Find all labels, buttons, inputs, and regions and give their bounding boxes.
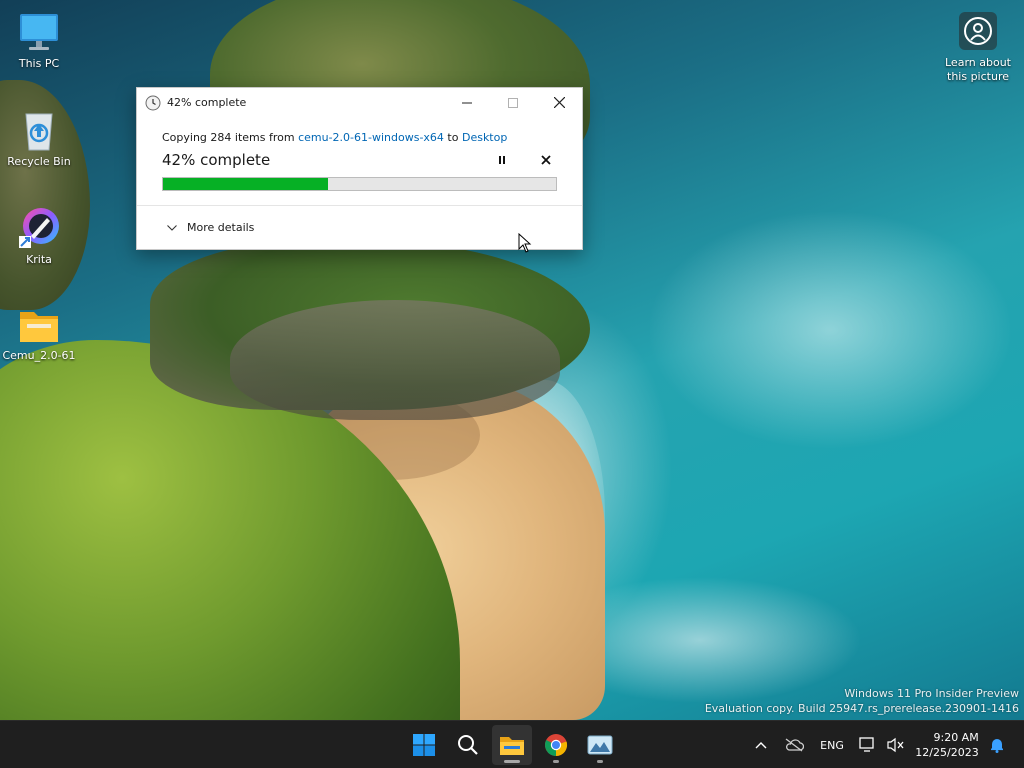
taskbar-chrome[interactable] xyxy=(536,725,576,765)
dialog-titlebar[interactable]: 42% complete xyxy=(137,88,582,117)
onedrive-button[interactable] xyxy=(782,721,806,768)
copy-progress-bar xyxy=(162,177,557,191)
progress-fill xyxy=(163,178,329,190)
pause-icon xyxy=(499,156,505,164)
volume-button[interactable] xyxy=(884,721,908,768)
mouse-cursor-icon xyxy=(518,233,532,253)
network-display-icon xyxy=(859,737,874,752)
percent-complete-label: 42% complete xyxy=(162,151,271,169)
more-details-toggle[interactable]: More details xyxy=(167,221,254,234)
desktop-icon-label: Cemu_2.0-61 xyxy=(2,349,76,362)
chevron-up-icon xyxy=(755,742,767,749)
krita-icon xyxy=(19,208,59,248)
notifications-button[interactable] xyxy=(986,721,1008,768)
more-details-label: More details xyxy=(187,221,255,234)
destination-folder-link[interactable]: Desktop xyxy=(462,131,507,144)
bell-icon xyxy=(991,739,1003,753)
taskbar: ENG 9:20 AM 12/25/2023 xyxy=(0,720,1024,768)
copy-mid: to xyxy=(443,131,462,144)
taskbar-file-explorer[interactable] xyxy=(492,725,532,765)
running-indicator xyxy=(597,760,603,763)
pause-button[interactable] xyxy=(491,149,513,171)
network-status-button[interactable] xyxy=(856,721,880,768)
start-icon xyxy=(413,734,435,756)
active-indicator xyxy=(504,760,520,763)
desktop-icon-cemu-folder[interactable]: Cemu_2.0-61 xyxy=(1,306,77,362)
start-button[interactable] xyxy=(404,725,444,765)
maximize-icon xyxy=(508,97,518,108)
clock-icon xyxy=(145,95,161,110)
learn-about-picture[interactable]: Learn about this picture xyxy=(936,12,1020,84)
search-icon xyxy=(458,735,478,755)
desktop-icon-label: This PC xyxy=(18,57,60,70)
desktop-icon-krita[interactable]: Krita xyxy=(1,206,77,266)
taskbar-photo-viewer[interactable] xyxy=(580,725,620,765)
desktop-icon-label: Recycle Bin xyxy=(7,155,71,168)
watermark-line2: Evaluation copy. Build 25947.rs_prerelea… xyxy=(704,702,1019,715)
language-label: ENG xyxy=(820,738,844,752)
camera-pin-icon xyxy=(959,12,997,50)
source-folder-link[interactable]: cemu-2.0-61-windows-x64 xyxy=(298,131,444,144)
learn-about-picture-label: Learn about this picture xyxy=(945,56,1011,83)
close-icon xyxy=(553,97,565,108)
volume-muted-icon xyxy=(887,737,904,753)
chevron-down-icon xyxy=(167,224,177,231)
input-language-button[interactable]: ENG xyxy=(814,721,850,768)
onedrive-offline-icon xyxy=(785,738,804,752)
minimize-button[interactable] xyxy=(444,88,490,117)
desktop-icon-recycle-bin[interactable]: Recycle Bin xyxy=(1,108,77,168)
folder-icon xyxy=(20,312,58,342)
copy-status-line: Copying 284 items from cemu-2.0-61-windo… xyxy=(162,131,557,144)
recycle-bin-icon xyxy=(25,113,53,151)
file-explorer-icon xyxy=(500,737,524,755)
close-window-button[interactable] xyxy=(536,88,582,117)
copy-progress-dialog: 42% complete Copying 284 items from cemu… xyxy=(136,87,583,250)
clock-time: 9:20 AM xyxy=(933,731,979,744)
dialog-title: 42% complete xyxy=(167,96,247,109)
clock-date: 12/25/2023 xyxy=(915,746,979,759)
cancel-copy-button[interactable] xyxy=(535,149,557,171)
maximize-button xyxy=(490,88,536,117)
build-watermark: Windows 11 Pro Insider Preview Evaluatio… xyxy=(705,686,1019,716)
desktop-icon-label: Krita xyxy=(26,253,52,266)
wallpaper-rock-face xyxy=(230,300,560,420)
show-hidden-icons-button[interactable] xyxy=(750,721,772,768)
monitor-icon xyxy=(20,14,58,50)
watermark-line1: Windows 11 Pro Insider Preview xyxy=(844,687,1019,700)
running-indicator xyxy=(553,760,559,763)
copy-prefix: Copying 284 items from xyxy=(162,131,299,144)
chrome-icon xyxy=(545,734,568,757)
clock[interactable]: 9:20 AM 12/25/2023 xyxy=(912,721,982,768)
close-icon xyxy=(541,155,551,165)
taskbar-search-button[interactable] xyxy=(448,725,488,765)
minimize-icon xyxy=(462,102,472,103)
desktop-icon-this-pc[interactable]: This PC xyxy=(1,12,77,70)
photo-viewer-icon xyxy=(587,735,613,755)
